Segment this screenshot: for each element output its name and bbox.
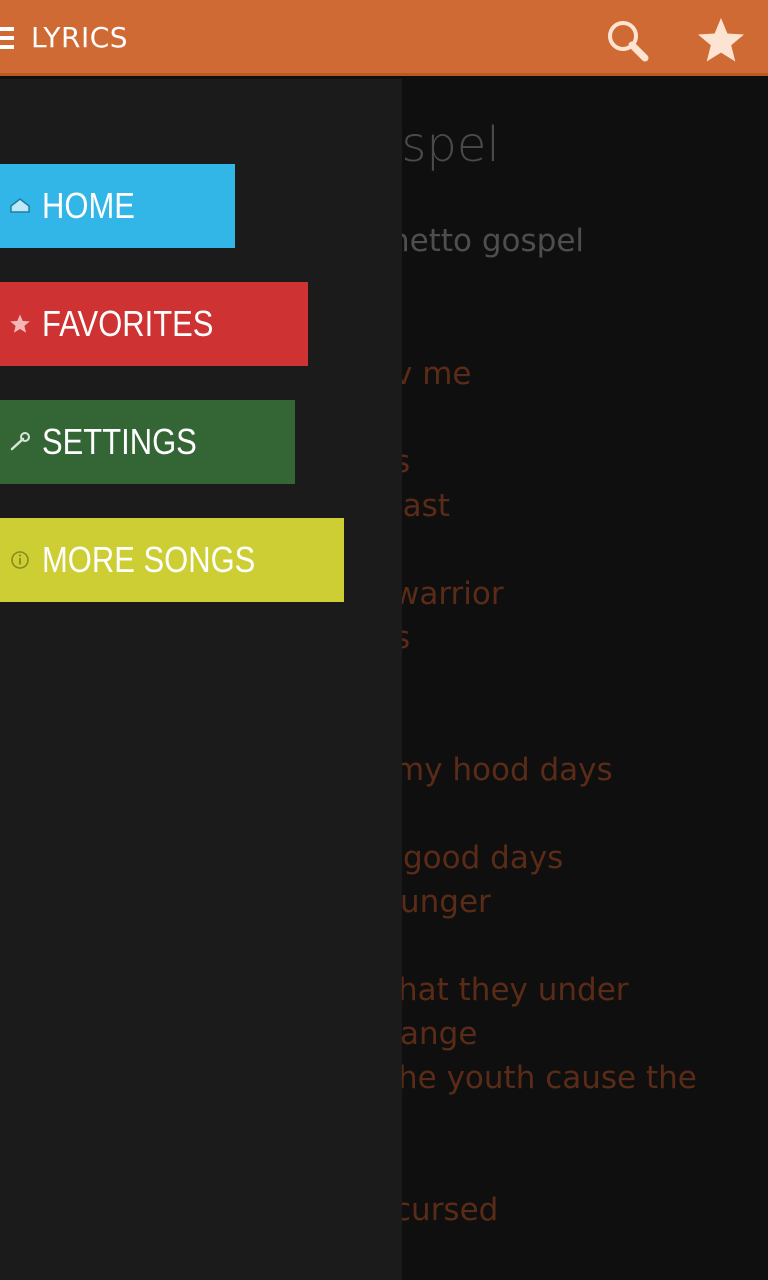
- lyric-line: hat they under: [398, 972, 629, 1008]
- app-root: LYRICS ospel hetto gospel v me s last wa…: [0, 0, 768, 1280]
- nav-item-favorites[interactable]: FAVORITES: [0, 282, 308, 366]
- lyric-line: v me: [394, 356, 472, 392]
- search-icon: [608, 21, 649, 62]
- navigation-drawer: HOME FAVORITES SETTINGS MORE SONGS: [0, 79, 402, 1280]
- info-icon: [9, 549, 31, 571]
- home-icon: [9, 195, 31, 217]
- menu-icon[interactable]: [0, 27, 14, 51]
- nav-item-label: FAVORITES: [42, 303, 214, 344]
- nav-item-settings[interactable]: SETTINGS: [0, 400, 295, 484]
- lyric-line: good days: [403, 840, 564, 876]
- lyric-line: last: [394, 488, 450, 524]
- nav-item-label: MORE SONGS: [42, 539, 256, 580]
- song-artist: hetto gospel: [390, 223, 585, 259]
- nav-item-home[interactable]: HOME: [0, 164, 235, 248]
- app-bar: LYRICS: [0, 0, 768, 76]
- search-button[interactable]: [603, 17, 651, 65]
- app-title[interactable]: LYRICS: [31, 21, 128, 54]
- nav-item-label: SETTINGS: [42, 421, 197, 462]
- lyric-line: he youth cause the: [398, 1060, 697, 1096]
- lyric-line: my hood days: [394, 752, 613, 788]
- lyric-line: unger: [400, 884, 491, 920]
- star-icon: [698, 18, 744, 62]
- star-icon: [9, 313, 31, 335]
- nav-item-more-songs[interactable]: MORE SONGS: [0, 518, 344, 602]
- lyric-line: ange: [400, 1016, 478, 1052]
- lyric-line: warrior: [394, 576, 504, 612]
- lyric-line: cursed: [394, 1192, 499, 1228]
- wrench-icon: [9, 431, 31, 453]
- nav-item-label: HOME: [42, 185, 135, 226]
- favorite-button[interactable]: [695, 14, 747, 66]
